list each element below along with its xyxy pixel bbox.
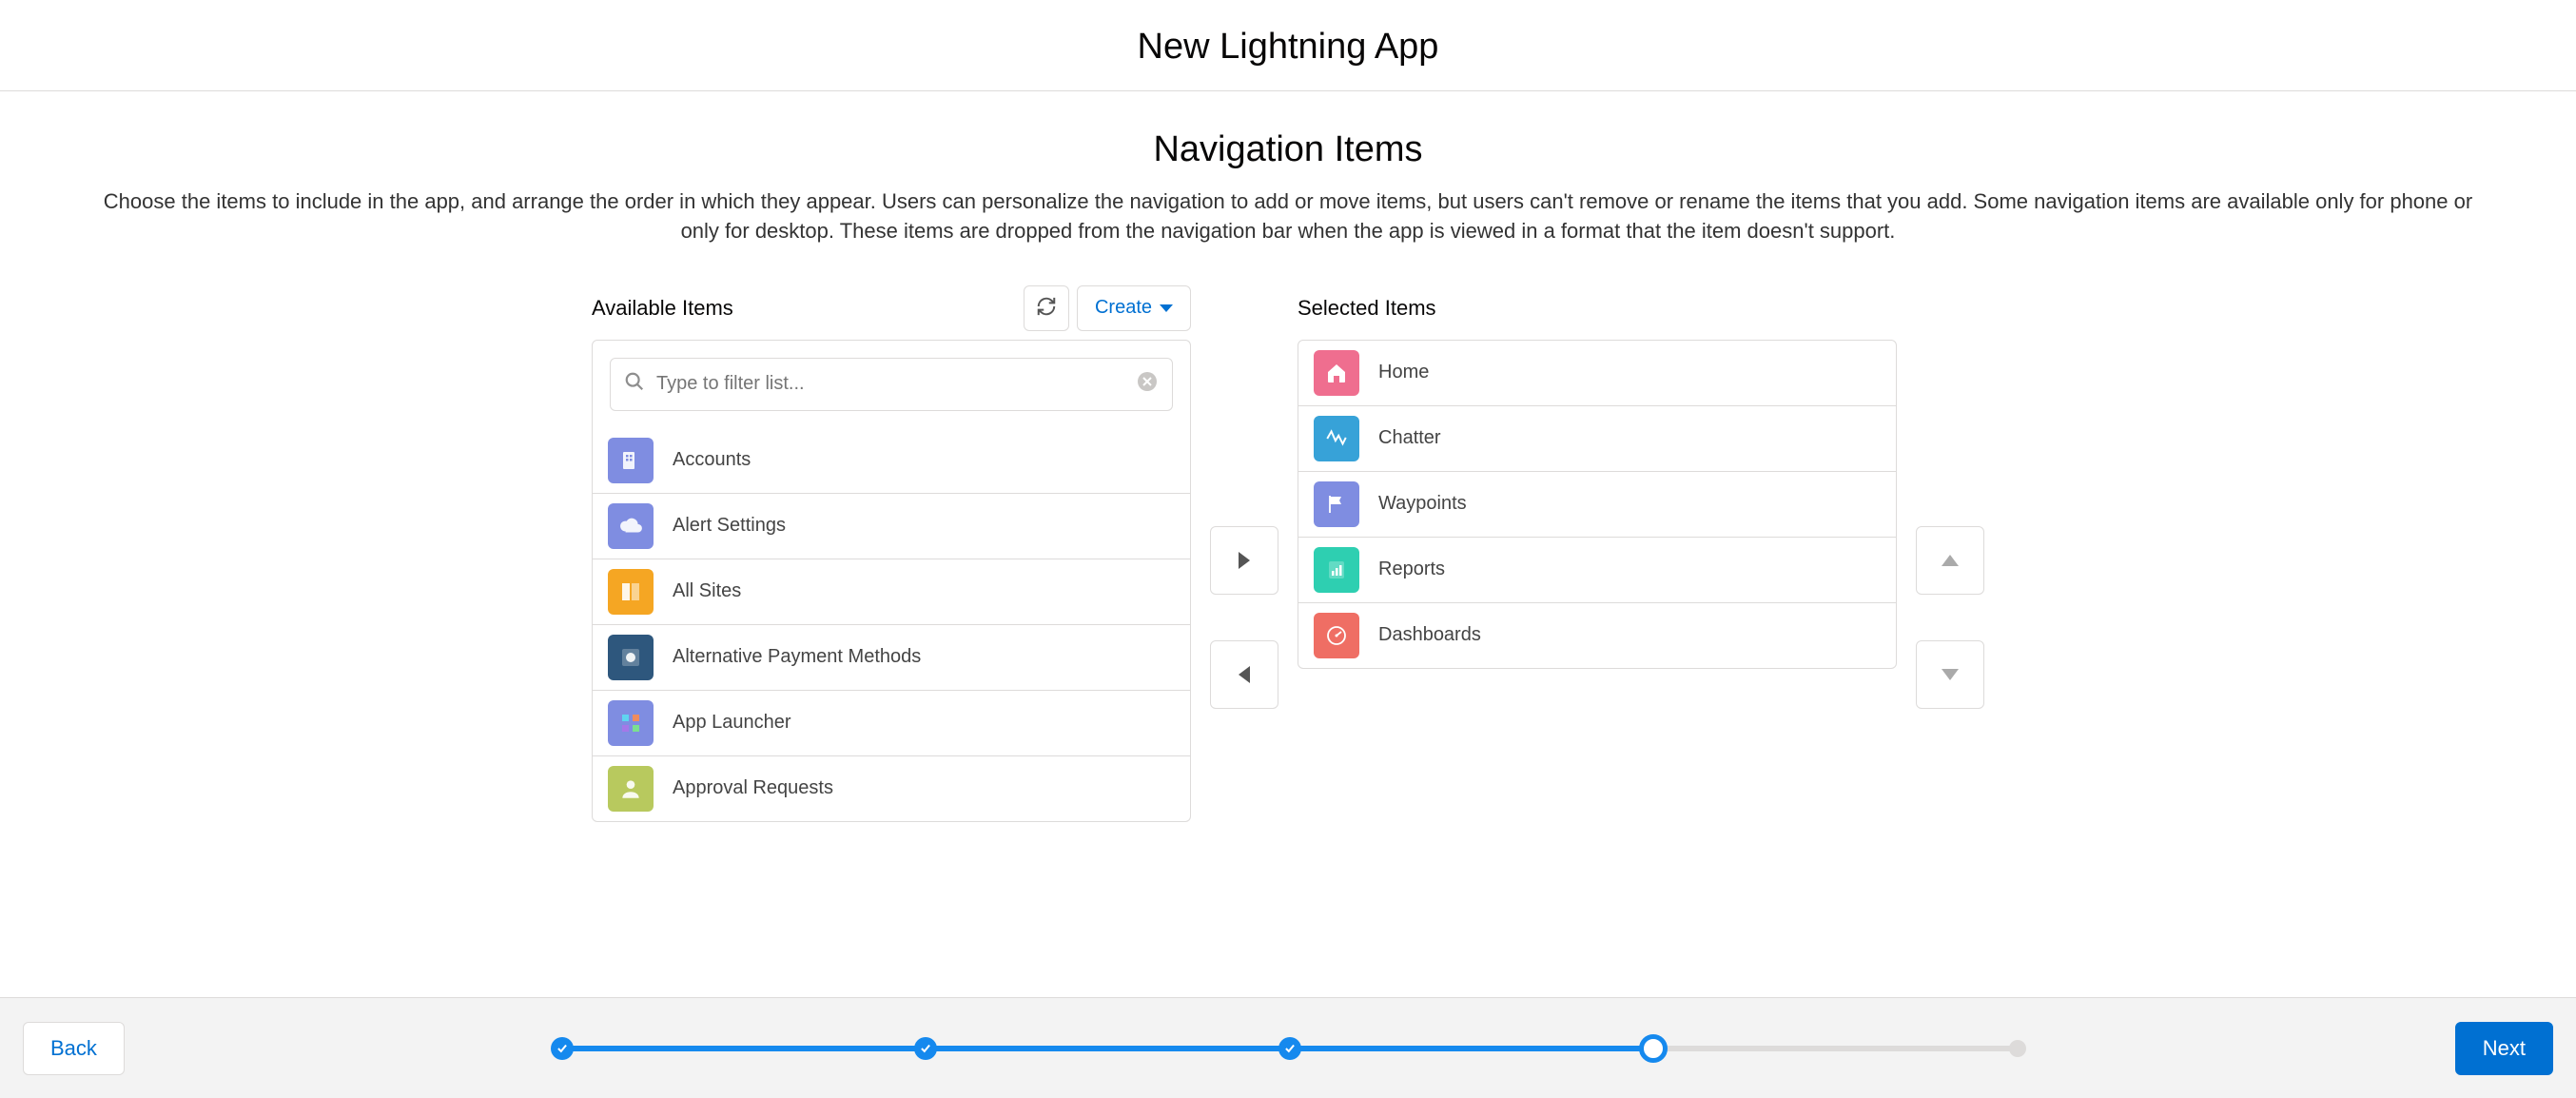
dual-listbox: Available Items Create [57, 284, 2519, 822]
selected-item[interactable]: Dashboards [1298, 602, 1896, 668]
selected-item[interactable]: Reports [1298, 537, 1896, 602]
triangle-down-icon [1942, 669, 1959, 680]
refresh-button[interactable] [1024, 285, 1069, 331]
payment-icon [608, 635, 654, 680]
selected-item[interactable]: Chatter [1298, 405, 1896, 471]
apps-icon [608, 700, 654, 746]
approval-icon [608, 766, 654, 812]
selected-item-label: Chatter [1378, 427, 1441, 449]
report-icon [1314, 547, 1359, 593]
modal-title: New Lightning App [0, 27, 2576, 68]
progress-step-5 [2009, 1040, 2026, 1057]
account-icon [608, 438, 654, 483]
move-down-button[interactable] [1916, 640, 1984, 709]
available-item-label: Alert Settings [673, 515, 786, 537]
available-item[interactable]: Alert Settings [593, 493, 1190, 559]
move-left-button[interactable] [1210, 640, 1278, 709]
footer: Back Next [0, 997, 2576, 1098]
progress-step-3 [1278, 1037, 1301, 1060]
flag-icon [1314, 481, 1359, 527]
selected-panel: Selected Items Home Chatter Waypoints Repor… [1298, 284, 1897, 669]
selected-item[interactable]: Home [1298, 341, 1896, 405]
triangle-left-icon [1239, 666, 1250, 683]
available-item-label: Approval Requests [673, 777, 833, 799]
chevron-down-icon [1160, 304, 1173, 312]
home-icon [1314, 350, 1359, 396]
triangle-right-icon [1239, 552, 1250, 569]
available-item[interactable]: App Launcher [593, 690, 1190, 755]
chatter-icon [1314, 416, 1359, 461]
selected-item-label: Reports [1378, 559, 1445, 580]
clear-icon[interactable] [1136, 370, 1159, 398]
selected-title: Selected Items [1298, 296, 1436, 321]
sites-icon [608, 569, 654, 615]
search-input-wrapper [610, 358, 1173, 411]
back-button[interactable]: Back [23, 1022, 125, 1075]
available-item[interactable]: Accounts [593, 428, 1190, 493]
available-item[interactable]: Alternative Payment Methods [593, 624, 1190, 690]
available-item-label: App Launcher [673, 712, 791, 734]
page-title: Navigation Items [57, 129, 2519, 170]
selected-item-label: Waypoints [1378, 493, 1467, 515]
refresh-icon [1036, 296, 1057, 320]
create-button[interactable]: Create [1077, 285, 1191, 331]
available-item[interactable]: Approval Requests [593, 755, 1190, 821]
move-right-button[interactable] [1210, 526, 1278, 595]
selected-item[interactable]: Waypoints [1298, 471, 1896, 537]
create-label: Create [1095, 297, 1152, 319]
available-title: Available Items [592, 296, 733, 321]
progress-step-1 [551, 1037, 574, 1060]
available-panel: Available Items Create [592, 284, 1191, 822]
progress-step-2 [914, 1037, 937, 1060]
available-item[interactable]: All Sites [593, 559, 1190, 624]
gauge-icon [1314, 613, 1359, 658]
shuttle-controls [1210, 526, 1278, 709]
available-item-label: All Sites [673, 580, 741, 602]
progress-indicator [125, 1034, 2455, 1063]
selected-item-label: Dashboards [1378, 624, 1481, 646]
page-description: Choose the items to include in the app, … [57, 187, 2519, 246]
available-item-label: Alternative Payment Methods [673, 646, 921, 668]
cloud-icon [608, 503, 654, 549]
search-icon [624, 371, 645, 397]
triangle-up-icon [1942, 555, 1959, 566]
search-input[interactable] [656, 373, 1136, 395]
progress-step-4 [1639, 1034, 1668, 1063]
move-up-button[interactable] [1916, 526, 1984, 595]
order-controls [1916, 526, 1984, 709]
next-button[interactable]: Next [2455, 1022, 2553, 1075]
available-item-label: Accounts [673, 449, 751, 471]
selected-item-label: Home [1378, 362, 1429, 383]
